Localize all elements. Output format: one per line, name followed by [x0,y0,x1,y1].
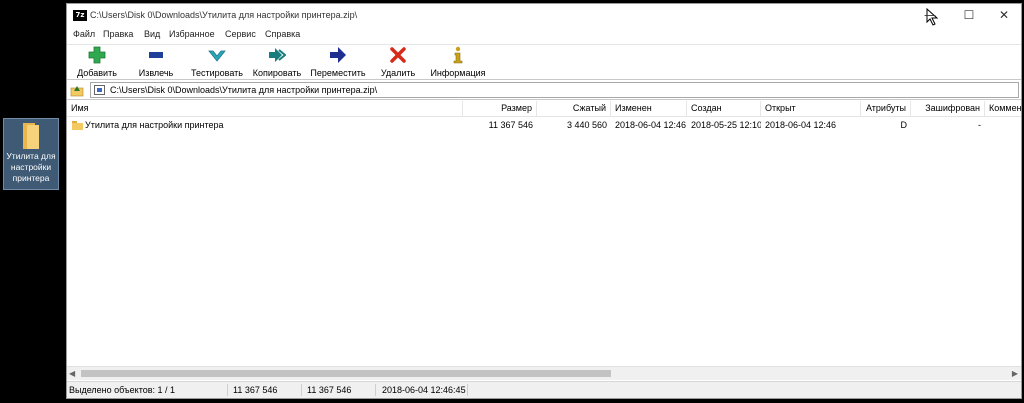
copy-label: Копировать [252,68,302,78]
address-bar: C:\Users\Disk 0\Downloads\Утилита для на… [67,81,1021,100]
column-size[interactable]: Размер [463,101,537,116]
app-logo-icon: 7z [73,10,87,21]
address-path: C:\Users\Disk 0\Downloads\Утилита для на… [110,85,378,95]
column-encrypted[interactable]: Зашифрован [911,101,985,116]
horizontal-scrollbar[interactable]: ◀ ▶ [67,366,1021,380]
column-created[interactable]: Создан [687,101,761,116]
minus-icon [149,52,163,58]
desktop-folder-shortcut[interactable]: Утилита для настройки принтера [3,118,59,190]
cell-opened: 2018-06-04 12:46 [765,120,837,130]
arrow-right-icon [330,47,346,63]
toolbar: Добавить Извлечь Тестировать Копировать [67,44,1021,80]
check-icon [208,50,226,62]
info-icon [453,46,463,64]
status-size: 11 367 546 [233,385,278,395]
cell-created: 2018-05-25 12:10 [691,120,761,130]
menu-view[interactable]: Вид [144,29,160,39]
double-arrow-icon [269,48,287,62]
cell-name: Утилита для настройки принтера [85,120,224,130]
add-button[interactable]: Добавить [73,46,121,80]
file-list: Имя Размер Сжатый Изменен Создан Открыт … [67,101,1023,366]
plus-icon [88,46,106,64]
column-packed[interactable]: Сжатый [537,101,611,116]
cell-attributes: D [900,120,908,130]
status-bar: Выделено объектов: 1 / 1 11 367 546 11 3… [67,381,1021,398]
status-date: 2018-06-04 12:46:45 [382,385,466,395]
test-button[interactable]: Тестировать [190,46,244,80]
title-bar[interactable]: 7z C:\Users\Disk 0\Downloads\Утилита для… [67,4,1021,27]
status-packed: 11 367 546 [307,385,352,395]
menu-favorites[interactable]: Избранное [169,29,215,39]
status-selected: Выделено объектов: 1 / 1 [69,385,176,395]
cell-encrypted: - [978,120,981,130]
add-label: Добавить [77,68,117,78]
move-label: Переместить [310,68,366,78]
menu-tools[interactable]: Сервис [225,29,256,39]
window-title: C:\Users\Disk 0\Downloads\Утилита для на… [90,10,358,20]
menu-edit[interactable]: Правка [103,29,133,39]
copy-button[interactable]: Копировать [251,46,303,80]
column-modified[interactable]: Изменен [611,101,687,116]
delete-label: Удалить [380,68,416,78]
table-row[interactable]: Утилита для настройки принтера 11 367 54… [67,119,1021,132]
column-attributes[interactable]: Атрибуты [861,101,911,116]
maximize-button[interactable]: ☐ [956,8,982,23]
cell-packed: 3 440 560 [566,120,607,130]
scroll-left-icon[interactable]: ◀ [69,369,75,378]
scroll-right-icon[interactable]: ▶ [1012,369,1018,378]
x-icon [390,47,406,63]
address-field[interactable]: C:\Users\Disk 0\Downloads\Утилита для на… [90,82,1019,98]
minimize-button[interactable]: — [917,8,943,23]
column-comment[interactable]: Коммен [985,101,1023,116]
menu-file[interactable]: Файл [73,29,95,39]
cell-modified: 2018-06-04 12:46 [615,120,687,130]
info-button[interactable]: Информация [429,46,487,80]
column-name[interactable]: Имя [67,101,463,116]
extract-label: Извлечь [138,68,174,78]
move-button[interactable]: Переместить [309,46,367,80]
test-label: Тестировать [191,68,243,78]
archive-icon [94,85,105,95]
info-label: Информация [430,68,486,78]
column-opened[interactable]: Открыт [761,101,861,116]
cell-size: 11 367 546 [488,120,533,130]
archive-window: 7z C:\Users\Disk 0\Downloads\Утилита для… [66,3,1022,399]
list-header: Имя Размер Сжатый Изменен Создан Открыт … [67,101,1023,117]
extract-button[interactable]: Извлечь [135,46,177,80]
close-button[interactable]: ✕ [991,8,1017,23]
scroll-thumb[interactable] [81,370,611,377]
menu-help[interactable]: Справка [265,29,300,39]
desktop-folder-label: Утилита для настройки принтера [6,151,56,183]
folder-icon [21,123,41,149]
folder-up-icon[interactable] [70,84,84,97]
menu-bar: Файл Правка Вид Избранное Сервис Справка [67,27,1021,43]
delete-button[interactable]: Удалить [377,46,419,80]
